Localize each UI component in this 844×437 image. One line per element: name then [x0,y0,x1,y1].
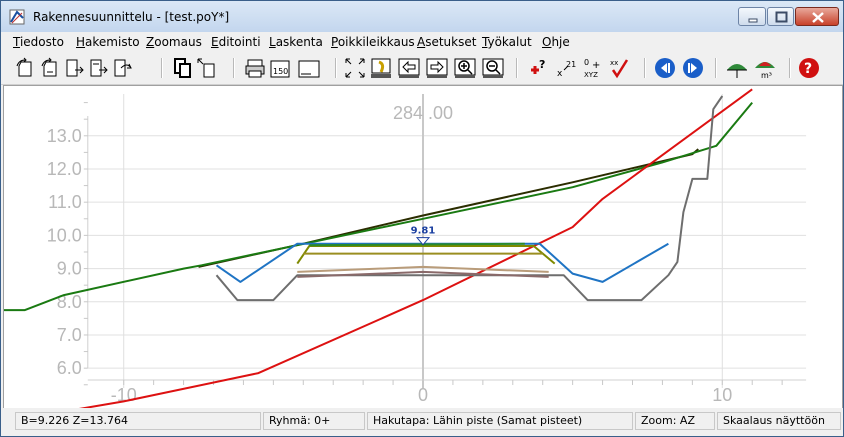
svg-text:21: 21 [566,60,576,69]
minimize-button[interactable] [738,7,766,26]
menu-hakemisto[interactable]: Hakemisto [76,35,140,49]
status-zoom: Zoom: AZ [635,412,715,430]
toolbar-separator [335,58,337,78]
toolbar-separator [789,58,791,78]
svg-text:?: ? [804,61,812,77]
menu-laskenta[interactable]: Laskenta [269,35,323,49]
print-icon[interactable] [243,56,267,80]
status-bar: B=9.226 Z=13.764 Ryhmä: 0+ Hakutapa: Läh… [1,408,843,436]
cross-section-plot[interactable]: 6.07.08.09.010.011.012.013.0-10 0 10284 .0… [4,86,842,416]
print-scale-icon[interactable]: 150 [267,56,291,80]
import-section-icon[interactable] [15,56,39,80]
y-tick-label: 7.0 [57,325,82,345]
zoom-all-icon[interactable] [343,56,367,80]
y-tick-label: 9.0 [57,259,82,279]
pan-left-icon[interactable] [397,56,421,80]
menu-tiedosto[interactable]: Tiedosto [13,35,64,49]
svg-text:x: x [557,69,563,79]
check-icon[interactable]: xx [609,56,633,80]
window-title: Rakennesuunnittelu - [test.poY*] [33,10,230,24]
export-line-icon[interactable] [87,56,111,80]
y-tick-label: 11.0 [48,192,82,212]
menu-poikkileikkaus[interactable]: Poikkileikkaus [331,35,415,49]
renumber-icon[interactable]: x 21 [555,56,579,80]
paste-icon[interactable] [195,56,219,80]
toolbar-separator [644,58,646,78]
export-section-icon[interactable] [63,56,87,80]
svg-text:XYZ: XYZ [584,71,598,79]
volume-icon[interactable]: m³ [753,56,777,80]
x-tick-label: 10 [712,385,732,405]
redo-icon[interactable] [111,56,135,80]
toolbar-separator [715,58,717,78]
zoom-in-icon[interactable] [453,56,477,80]
coordinates-icon[interactable]: 0 + XYZ [583,56,607,80]
status-snap-mode: Hakutapa: Lähin piste (Samat pisteet) [367,412,633,430]
series-line [4,101,753,312]
toolbar: 150? x 21 0 + XYZ xx m³? [1,52,843,85]
station-title: 284 .00 [393,103,453,123]
previous-section-icon[interactable] [653,56,677,80]
app-logo-icon [9,9,25,25]
menu-työkalut[interactable]: Työkalut [482,35,532,49]
add-point-icon[interactable]: ? [527,56,551,80]
title-bar: Rakennesuunnittelu - [test.poY*] [1,1,843,33]
status-scale: Skaalaus näyttöön [717,412,841,430]
x-tick-label: 0 [418,385,428,405]
print-preview-icon[interactable] [297,56,321,80]
y-tick-label: 12.0 [47,159,82,179]
svg-text:+: + [592,60,600,71]
cross-section-canvas[interactable]: 6.0 7.0 8.0 9.0 10.0 11.0 12.0 13.0 -10 0 10 284 .0… [3,85,843,416]
menu-ohje[interactable]: Ohje [542,35,570,49]
close-button[interactable] [795,7,839,26]
next-section-icon[interactable] [681,56,705,80]
y-tick-label: 13.0 [47,126,82,146]
maximize-button[interactable] [767,7,794,26]
toolbar-separator [233,58,235,78]
status-group: Ryhmä: 0+ [263,412,365,430]
pan-right-icon[interactable] [425,56,449,80]
series-line [45,88,753,416]
svg-text:xx: xx [610,59,618,67]
help-icon[interactable]: ? [797,56,821,80]
elevation-label: 9.81 [411,226,436,237]
zoom-out-icon[interactable] [481,56,505,80]
svg-text:m³: m³ [761,71,772,80]
y-tick-label: 10.0 [47,225,82,245]
menu-editointi[interactable]: Editointi [211,35,261,49]
svg-text:150: 150 [273,67,288,76]
import-line-icon[interactable] [39,56,63,80]
menu-zoomaus[interactable]: Zoomaus [146,35,202,49]
status-coordinates: B=9.226 Z=13.764 [15,412,261,430]
toolbar-separator [516,58,518,78]
zoom-window-icon[interactable] [369,56,393,80]
toolbar-separator [161,58,163,78]
y-tick-label: 6.0 [57,358,82,378]
app-window: Rakennesuunnittelu - [test.poY*] Tiedost… [0,0,844,437]
menu-asetukset[interactable]: Asetukset [417,35,476,49]
area-icon[interactable] [725,56,749,80]
copy-icon[interactable] [171,56,195,80]
menu-bar: Tiedosto Hakemisto Zoomaus Editointi Laskent… [1,32,843,52]
svg-text:?: ? [539,58,545,71]
svg-text:0: 0 [584,58,589,67]
